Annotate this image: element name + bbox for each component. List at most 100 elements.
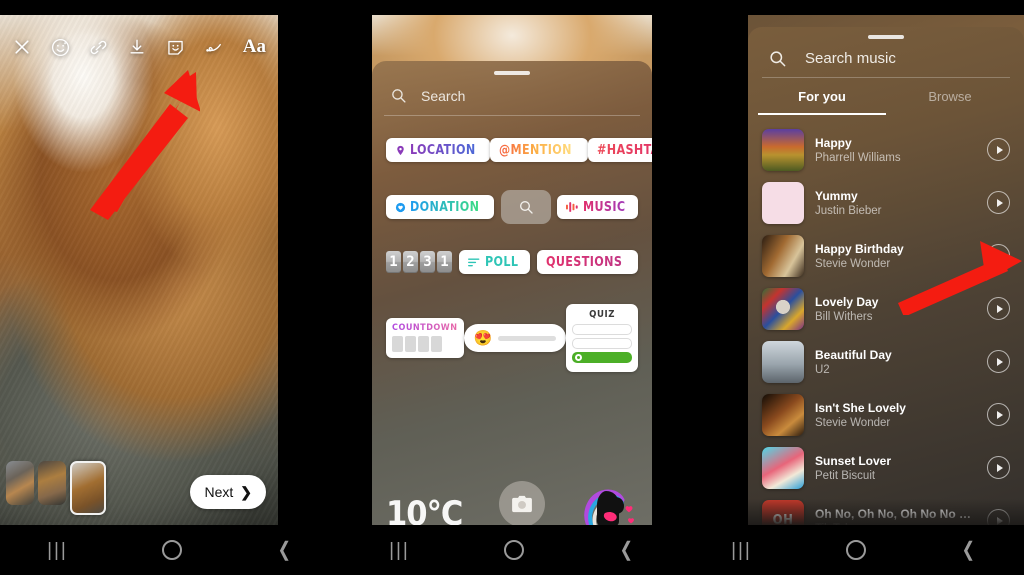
sticker-questions-label: QUESTIONS	[546, 254, 623, 270]
emoji-face-icon[interactable]	[50, 37, 71, 58]
sticker-questions[interactable]: QUESTIONS	[537, 250, 638, 274]
song-artist: U2	[815, 363, 830, 376]
sticker-hashtag-label: #HASHTAG	[597, 142, 652, 158]
thumbnail-3-selected[interactable]	[70, 461, 106, 515]
sticker-donation-label: DONATION	[410, 199, 480, 215]
thumbnail-1[interactable]	[6, 461, 34, 505]
sticker-row-1: LOCATION @MENTION #HASHTAG	[386, 138, 652, 162]
counter-digit: 2	[403, 251, 418, 273]
play-button[interactable]	[987, 297, 1010, 320]
sticker-row-4: COUNTDOWN 😍 QUIZ	[386, 304, 638, 372]
album-art	[762, 287, 804, 330]
close-icon[interactable]	[12, 37, 32, 57]
sticker-smiley-icon[interactable]	[165, 37, 186, 58]
counter-digit: 1	[437, 251, 452, 273]
song-row[interactable]: Sunset Lover Petit Biscuit	[748, 441, 1024, 494]
sticker-temperature[interactable]: 10°C	[386, 497, 463, 525]
emoji-heart-eyes-icon: 😍	[473, 329, 493, 347]
play-button[interactable]	[987, 350, 1010, 373]
text-aa-icon[interactable]: Aa	[243, 36, 266, 58]
song-artist: Pharrell Williams	[815, 151, 901, 164]
song-title: Lovely Day	[815, 294, 879, 309]
link-icon[interactable]	[88, 37, 109, 58]
sticker-location[interactable]: LOCATION	[386, 138, 491, 162]
album-art	[762, 181, 804, 224]
song-row[interactable]: Beautiful Day U2	[748, 335, 1024, 388]
sticker-search-chip[interactable]	[500, 190, 551, 224]
android-navbar-1: ||| ❮	[0, 525, 340, 575]
sticker-poll-label: POLL	[484, 254, 519, 270]
song-artist: Petit Biscuit	[815, 469, 876, 482]
draw-squiggle-icon[interactable]	[203, 37, 225, 57]
play-button[interactable]	[987, 456, 1010, 479]
sticker-row-2: DONATION MUSIC	[386, 190, 638, 224]
song-row[interactable]: Yummy Justin Bieber	[748, 176, 1024, 229]
search-icon	[392, 89, 406, 103]
sticker-grid: LOCATION @MENTION #HASHTAG DONATION	[372, 116, 652, 372]
home-icon[interactable]	[162, 540, 183, 560]
back-icon[interactable]: ❮	[962, 540, 975, 560]
donation-heart-icon	[395, 202, 406, 212]
back-icon[interactable]: ❮	[620, 540, 633, 560]
song-meta: Isn't She Lovely Stevie Wonder	[815, 401, 976, 429]
song-row[interactable]: Happy Birthday Stevie Wonder	[748, 229, 1024, 282]
sticker-mention-label: @MENTION	[499, 142, 573, 158]
album-art	[762, 128, 804, 171]
home-icon[interactable]	[846, 540, 867, 560]
thumbnail-2[interactable]	[38, 461, 66, 505]
song-meta: Beautiful Day U2	[815, 348, 976, 376]
sticker-camera[interactable]	[499, 481, 546, 525]
sticker-music[interactable]: MUSIC	[556, 195, 638, 219]
panel-sticker-tray: Search LOCATION @MENTION #HASHTAG	[372, 15, 652, 525]
sticker-counter[interactable]: 1 2 3 1	[386, 251, 452, 273]
sticker-emoji-slider[interactable]: 😍	[463, 324, 567, 352]
sticker-music-label: MUSIC	[582, 199, 626, 215]
back-icon[interactable]: ❮	[278, 540, 291, 560]
play-button[interactable]	[987, 138, 1010, 161]
tab-browse[interactable]: Browse	[886, 78, 1014, 115]
song-artist: Stevie Wonder	[815, 416, 891, 429]
sticker-donation[interactable]: DONATION	[386, 195, 495, 219]
sticker-search-row[interactable]: Search	[372, 75, 652, 104]
android-navbar-2: ||| ❮	[342, 525, 682, 575]
recents-icon[interactable]: |||	[731, 541, 752, 560]
music-search-row[interactable]: Search music	[748, 39, 1024, 68]
story-photo-dog	[0, 15, 278, 525]
camera-icon	[512, 495, 533, 513]
song-title: Happy	[815, 135, 852, 150]
home-icon[interactable]	[504, 540, 525, 560]
sticker-quiz[interactable]: QUIZ	[566, 304, 638, 372]
sticker-row-5: 10°C	[386, 481, 638, 525]
recents-icon[interactable]: |||	[47, 541, 68, 560]
next-button[interactable]: Next ❯	[190, 475, 266, 509]
play-button[interactable]	[987, 244, 1010, 267]
song-row[interactable]: Happy Pharrell Williams	[748, 123, 1024, 176]
sticker-countdown[interactable]: COUNTDOWN	[386, 318, 464, 358]
quiz-option	[572, 338, 632, 349]
song-meta: Yummy Justin Bieber	[815, 189, 976, 217]
music-song-list[interactable]: Happy Pharrell Williams Yummy Justin Bie…	[748, 123, 1024, 525]
song-title: Happy Birthday	[815, 241, 904, 256]
poll-lines-icon	[467, 257, 480, 266]
download-icon[interactable]	[127, 37, 147, 57]
next-label: Next	[204, 484, 234, 500]
music-sheet: Search music For you Browse Happy Pharre…	[748, 27, 1024, 525]
play-button[interactable]	[987, 403, 1010, 426]
song-title: Isn't She Lovely	[815, 400, 906, 415]
play-button[interactable]	[987, 191, 1010, 214]
sticker-mention[interactable]: @MENTION	[490, 138, 588, 162]
tab-for-you[interactable]: For you	[758, 78, 886, 115]
song-row[interactable]: Isn't She Lovely Stevie Wonder	[748, 388, 1024, 441]
recents-icon[interactable]: |||	[389, 541, 410, 560]
sticker-avatar-character[interactable]	[582, 483, 638, 525]
song-row[interactable]: Lovely Day Bill Withers	[748, 282, 1024, 335]
sticker-hashtag[interactable]: #HASHTAG	[587, 138, 652, 162]
album-art	[762, 393, 804, 436]
music-tabs: For you Browse	[748, 78, 1024, 115]
song-title: Yummy	[815, 188, 858, 203]
thumbnail-strip	[6, 461, 106, 515]
song-meta: Lovely Day Bill Withers	[815, 295, 976, 323]
slider-track	[498, 335, 557, 341]
sticker-poll[interactable]: POLL	[458, 250, 531, 274]
song-artist: Bill Withers	[815, 310, 873, 323]
